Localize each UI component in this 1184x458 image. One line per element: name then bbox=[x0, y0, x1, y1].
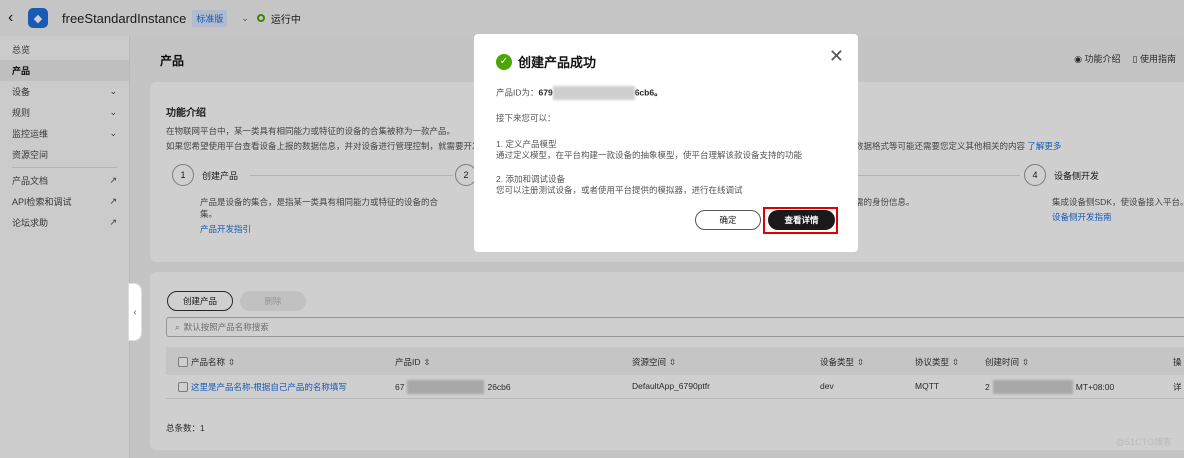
chevron-left-icon: ‹ bbox=[133, 306, 137, 318]
id-prefix: 679 bbox=[538, 87, 553, 98]
dialog-title: ✓ 创建产品成功 bbox=[496, 52, 596, 71]
product-id-line: 产品ID为：679 6cb6。 bbox=[496, 86, 663, 100]
id-label: 产品ID为： bbox=[496, 87, 539, 98]
dialog-title-text: 创建产品成功 bbox=[518, 55, 597, 70]
id-suffix: 6cb6。 bbox=[634, 87, 663, 98]
redacted-blur bbox=[552, 86, 635, 100]
close-icon[interactable]: ✕ bbox=[829, 46, 844, 67]
create-success-dialog: ✓ 创建产品成功 ✕ 产品ID为：679 6cb6。 接下来您可以： 1. 定义产品… bbox=[474, 34, 858, 252]
next-steps-label: 接下来您可以： bbox=[496, 113, 556, 123]
step2-desc: 您可以注册测试设备，或者使用平台提供的模拟器，进行在线调试 bbox=[496, 185, 743, 195]
step1-desc: 通过定义模型，在平台构建一款设备的抽象模型，使平台理解该款设备支持的功能 bbox=[496, 150, 803, 160]
confirm-button[interactable]: 确定 bbox=[695, 210, 761, 230]
success-check-icon: ✓ bbox=[496, 53, 512, 70]
sidebar-collapse-toggle[interactable]: ‹ bbox=[128, 283, 142, 341]
watermark: @51CTO博客 bbox=[1116, 437, 1172, 447]
view-details-button[interactable]: 查看详情 bbox=[768, 210, 835, 230]
